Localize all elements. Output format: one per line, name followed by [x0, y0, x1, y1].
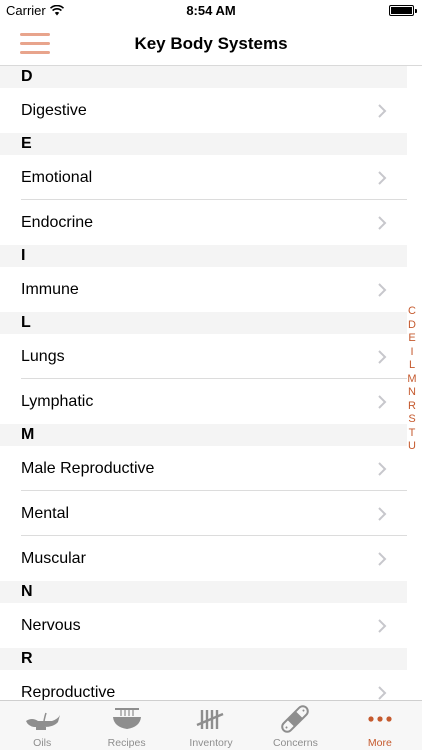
chevron-right-icon: [378, 171, 387, 185]
tab-label: Concerns: [272, 737, 318, 749]
chevron-right-icon: [378, 507, 387, 521]
list-item[interactable]: Lymphatic: [0, 379, 407, 424]
tab-more[interactable]: More: [338, 701, 422, 750]
index-letter-u[interactable]: U: [408, 440, 416, 454]
list-item-label: Endocrine: [21, 214, 94, 231]
index-letter-d[interactable]: D: [408, 319, 416, 333]
bowl-icon: [107, 705, 147, 733]
list-item-label: Immune: [21, 281, 79, 298]
index-letter-c[interactable]: C: [408, 305, 416, 319]
list-item[interactable]: Emotional: [0, 155, 407, 200]
status-bar: Carrier 8:54 AM: [0, 0, 422, 22]
list-item-label: Mental: [21, 505, 70, 522]
tally-icon: [191, 705, 231, 733]
chevron-right-icon: [378, 216, 387, 230]
section-index-bar[interactable]: CDEILMNRSTU: [405, 305, 419, 454]
tab-oils[interactable]: Oils: [0, 701, 84, 750]
chevron-right-icon: [378, 552, 387, 566]
section-header-l: L: [0, 312, 407, 334]
section-header-r: R: [0, 648, 407, 670]
list-item[interactable]: Immune: [0, 267, 407, 312]
bandage-icon: [275, 705, 315, 733]
tab-label: Recipes: [107, 737, 146, 749]
index-letter-e[interactable]: E: [408, 332, 415, 346]
list-item[interactable]: Digestive: [0, 88, 407, 133]
index-letter-n[interactable]: N: [408, 386, 416, 400]
more-dots-icon: [360, 705, 400, 733]
list-item[interactable]: Lungs: [0, 334, 407, 379]
list-item[interactable]: Endocrine: [0, 200, 407, 245]
list-item-label: Emotional: [21, 169, 93, 186]
list-item[interactable]: Nervous: [0, 603, 407, 648]
chevron-right-icon: [378, 686, 387, 700]
index-letter-r[interactable]: R: [408, 400, 416, 414]
navigation-bar: Key Body Systems: [0, 22, 422, 66]
list-item-label: Digestive: [21, 102, 87, 119]
list-item-label: Lymphatic: [21, 393, 94, 410]
page-title: Key Body Systems: [134, 34, 288, 53]
chevron-right-icon: [378, 462, 387, 476]
index-letter-t[interactable]: T: [409, 427, 416, 441]
body-systems-list[interactable]: D Digestive E Emotional Endocrine I Immune L Lun…: [0, 66, 407, 715]
tab-inventory[interactable]: Inventory: [169, 701, 253, 750]
tab-label: Inventory: [189, 737, 233, 749]
tab-label: Oils: [33, 737, 52, 749]
chevron-right-icon: [378, 350, 387, 364]
section-header-i: I: [0, 245, 407, 267]
index-letter-m[interactable]: M: [407, 373, 416, 387]
chevron-right-icon: [378, 104, 387, 118]
section-header-m: M: [0, 424, 407, 446]
list-item[interactable]: Muscular: [0, 536, 407, 581]
section-header-e: E: [0, 133, 407, 155]
index-letter-i[interactable]: I: [410, 346, 413, 360]
section-header-n: N: [0, 581, 407, 603]
tab-label: More: [367, 737, 392, 749]
tab-concerns[interactable]: Concerns: [253, 701, 337, 750]
chevron-right-icon: [378, 283, 387, 297]
battery-icon: [389, 5, 417, 16]
list-item-label: Male Reproductive: [21, 460, 155, 477]
status-time: 8:54 AM: [186, 3, 236, 18]
tab-bar: Oils Recipes Inventory Concerns More: [0, 700, 422, 750]
index-letter-l[interactable]: L: [409, 359, 415, 373]
list-item-label: Muscular: [21, 550, 86, 567]
list-item-label: Nervous: [21, 617, 81, 634]
list-item-label: Lungs: [21, 348, 65, 365]
chevron-right-icon: [378, 619, 387, 633]
list-item[interactable]: Mental: [0, 491, 407, 536]
list-item[interactable]: Male Reproductive: [0, 446, 407, 491]
index-letter-s[interactable]: S: [408, 413, 415, 427]
chevron-right-icon: [378, 395, 387, 409]
section-header-d: D: [0, 66, 407, 88]
oil-lamp-icon: [22, 705, 62, 733]
tab-recipes[interactable]: Recipes: [84, 701, 168, 750]
